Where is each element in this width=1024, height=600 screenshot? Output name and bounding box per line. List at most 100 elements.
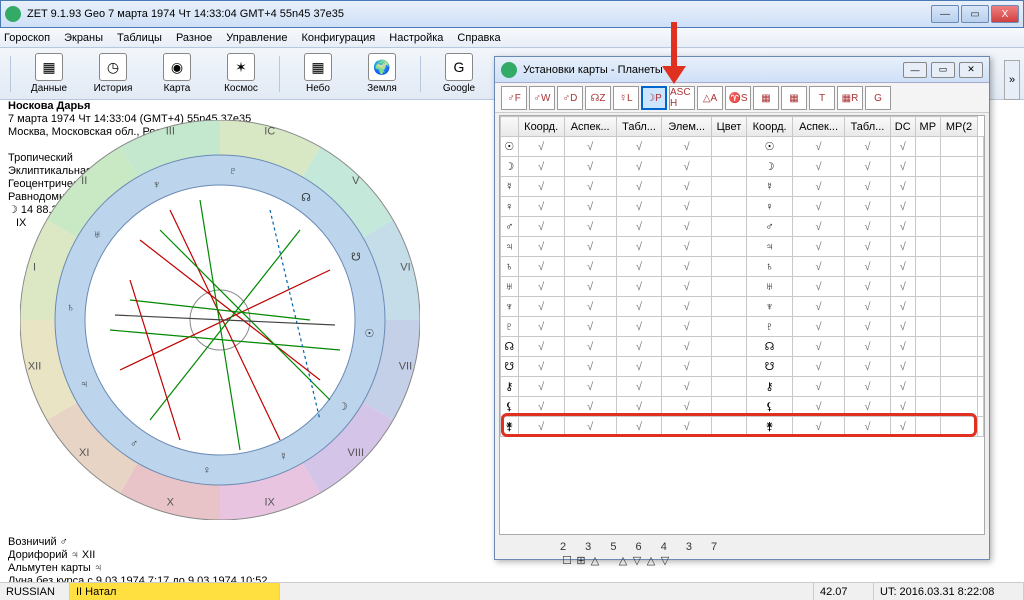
grid-header[interactable]: Аспек...	[564, 117, 616, 137]
grid-row[interactable]: ♇√√√√♇√√√	[501, 317, 984, 337]
menu-tables[interactable]: Таблицы	[117, 32, 162, 44]
grid-row[interactable]: ⚸√√√√⚸√√√	[501, 397, 984, 417]
grid-cell[interactable]: √	[793, 237, 845, 257]
grid-cell[interactable]: √	[890, 397, 915, 417]
grid-cell[interactable]: √	[616, 417, 662, 437]
grid-cell[interactable]: √	[518, 417, 564, 437]
grid-cell[interactable]: √	[564, 397, 616, 417]
dialog-tool-12[interactable]: ▦R	[837, 86, 863, 110]
grid-row[interactable]: ☉√√√√☉√√√	[501, 137, 984, 157]
grid-cell[interactable]: √	[845, 217, 891, 237]
grid-row[interactable]: ⚷√√√√⚷√√√	[501, 377, 984, 397]
grid-cell[interactable]: √	[662, 417, 711, 437]
status-mode[interactable]: II Натал	[70, 583, 280, 600]
grid-cell[interactable]	[711, 357, 746, 377]
grid-cell[interactable]: √	[890, 197, 915, 217]
grid-cell[interactable]: √	[662, 237, 711, 257]
grid-header[interactable]: Коорд.	[518, 117, 564, 137]
grid-cell[interactable]: √	[518, 197, 564, 217]
grid-cell[interactable]: √	[518, 397, 564, 417]
grid-cell[interactable]: √	[564, 137, 616, 157]
grid-cell[interactable]: √	[616, 157, 662, 177]
menu-horoscope[interactable]: Гороскоп	[4, 32, 50, 44]
grid-cell[interactable]	[711, 377, 746, 397]
grid-cell[interactable]: √	[662, 357, 711, 377]
dialog-tool-10[interactable]: ▦	[781, 86, 807, 110]
dialog-tool-8[interactable]: ♈S	[725, 86, 751, 110]
menu-screens[interactable]: Экраны	[64, 32, 103, 44]
grid-cell[interactable]: √	[518, 177, 564, 197]
grid-cell[interactable]: √	[518, 277, 564, 297]
grid-cell[interactable]: √	[845, 237, 891, 257]
natal-wheel[interactable]: IIIIIIICVVIVIIVIIIIXXXIXII ☉☽☿♀♂♃♄♅♆♇☊☋	[20, 120, 420, 520]
grid-cell[interactable]: √	[564, 317, 616, 337]
grid-cell[interactable]: √	[890, 177, 915, 197]
grid-cell[interactable]	[711, 257, 746, 277]
dialog-tool-1[interactable]: ♂W	[529, 86, 555, 110]
grid-header[interactable]	[501, 117, 519, 137]
grid-cell[interactable]: √	[793, 357, 845, 377]
grid-cell[interactable]: √	[564, 197, 616, 217]
grid-cell[interactable]: √	[518, 237, 564, 257]
grid-cell[interactable]: √	[845, 137, 891, 157]
toolbar-chart[interactable]: ◉Карта	[149, 53, 205, 94]
grid-cell[interactable]: √	[845, 277, 891, 297]
grid-cell[interactable]: √	[845, 197, 891, 217]
grid-cell[interactable]	[711, 397, 746, 417]
planets-grid[interactable]: Коорд.Аспек...Табл...Элем...ЦветКоорд.Ас…	[499, 115, 985, 535]
grid-cell[interactable]: √	[793, 297, 845, 317]
grid-cell[interactable]	[711, 157, 746, 177]
grid-cell[interactable]: √	[845, 357, 891, 377]
grid-row[interactable]: ♀√√√√♀√√√	[501, 197, 984, 217]
grid-cell[interactable]	[711, 237, 746, 257]
grid-cell[interactable]: √	[662, 337, 711, 357]
menu-misc[interactable]: Разное	[176, 32, 212, 44]
grid-cell[interactable]: √	[793, 317, 845, 337]
grid-cell[interactable]: √	[890, 377, 915, 397]
grid-cell[interactable]: √	[616, 357, 662, 377]
grid-header[interactable]: DC	[890, 117, 915, 137]
grid-cell[interactable]: √	[662, 177, 711, 197]
grid-cell[interactable]: √	[616, 177, 662, 197]
grid-cell[interactable]: √	[890, 417, 915, 437]
grid-row[interactable]: ☿√√√√☿√√√	[501, 177, 984, 197]
grid-cell[interactable]: √	[662, 377, 711, 397]
grid-cell[interactable]: √	[662, 257, 711, 277]
grid-cell[interactable]: √	[793, 277, 845, 297]
grid-cell[interactable]: √	[662, 397, 711, 417]
grid-cell[interactable]: √	[793, 157, 845, 177]
grid-cell[interactable]: √	[890, 217, 915, 237]
dialog-tool-3[interactable]: ☊Z	[585, 86, 611, 110]
grid-cell[interactable]: √	[793, 257, 845, 277]
grid-row[interactable]: ♆√√√√♆√√√	[501, 297, 984, 317]
grid-header[interactable]: Табл...	[845, 117, 891, 137]
grid-cell[interactable]: √	[662, 157, 711, 177]
grid-row[interactable]: ♅√√√√♅√√√	[501, 277, 984, 297]
dialog-close-button[interactable]: ✕	[959, 62, 983, 78]
grid-cell[interactable]: √	[564, 417, 616, 437]
toolbar-cosmos[interactable]: ✶Космос	[213, 53, 269, 94]
grid-cell[interactable]: √	[845, 377, 891, 397]
grid-cell[interactable]: √	[662, 277, 711, 297]
grid-cell[interactable]: √	[616, 197, 662, 217]
grid-cell[interactable]: √	[793, 397, 845, 417]
grid-cell[interactable]: √	[845, 297, 891, 317]
grid-cell[interactable]: √	[616, 337, 662, 357]
grid-cell[interactable]: √	[845, 337, 891, 357]
grid-cell[interactable]: √	[793, 177, 845, 197]
grid-cell[interactable]: √	[564, 257, 616, 277]
grid-cell[interactable]: √	[616, 277, 662, 297]
dialog-tool-13[interactable]: G	[865, 86, 891, 110]
grid-cell[interactable]: √	[845, 417, 891, 437]
grid-row[interactable]: ☊√√√√☊√√√	[501, 337, 984, 357]
grid-cell[interactable]: √	[518, 137, 564, 157]
grid-cell[interactable]	[711, 417, 746, 437]
grid-cell[interactable]: √	[662, 317, 711, 337]
grid-cell[interactable]: √	[890, 237, 915, 257]
grid-cell[interactable]: √	[518, 297, 564, 317]
grid-cell[interactable]: √	[662, 217, 711, 237]
dialog-tool-11[interactable]: T	[809, 86, 835, 110]
grid-cell[interactable]: √	[890, 357, 915, 377]
grid-cell[interactable]: √	[890, 257, 915, 277]
grid-row[interactable]: ☋√√√√☋√√√	[501, 357, 984, 377]
